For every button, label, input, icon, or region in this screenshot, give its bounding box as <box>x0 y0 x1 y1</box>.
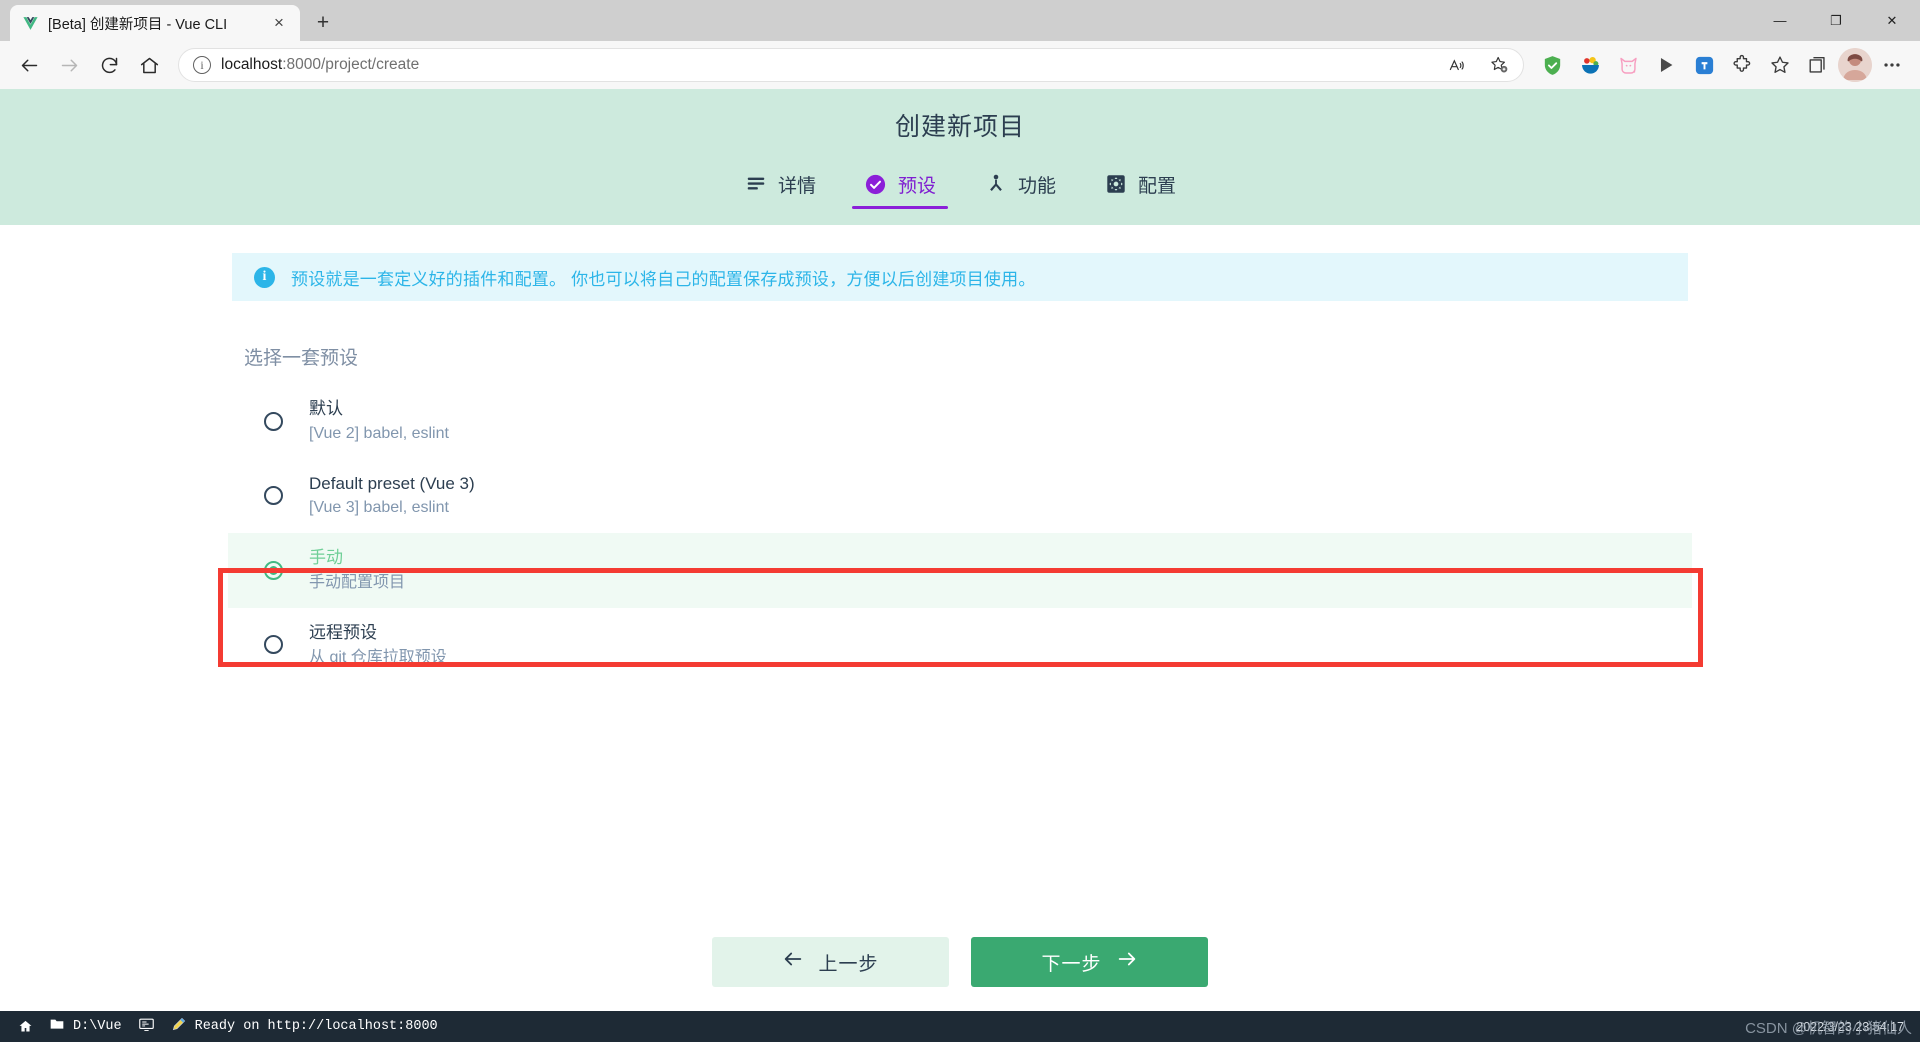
url-text: localhost:8000/project/create <box>221 56 420 73</box>
wizard-actions: 上一步 下一步 <box>0 937 1920 987</box>
window-controls: — ❐ ✕ <box>1752 0 1920 41</box>
csdn-watermark: CSDN @机智的小猪仙人 <box>1745 1020 1912 1037</box>
preset-option-default-vue3[interactable]: Default preset (Vue 3) [Vue 3] babel, es… <box>228 459 1692 534</box>
preset-option-default-vue2[interactable]: 默认 [Vue 2] babel, eslint <box>228 384 1692 459</box>
tab-details[interactable]: 详情 <box>720 159 840 209</box>
preset-name: 远程预设 <box>309 622 377 642</box>
taskbar-start-button[interactable] <box>10 1011 41 1042</box>
section-title: 选择一套预设 <box>244 348 359 369</box>
read-aloud-icon[interactable] <box>1441 50 1473 80</box>
preset-texts: 手动 手动配置项目 <box>309 547 405 594</box>
preset-list: 默认 [Vue 2] babel, eslint Default preset … <box>218 384 1703 683</box>
tab-features[interactable]: 功能 <box>960 159 1080 209</box>
list-lines-icon <box>744 172 768 196</box>
tab-features-label: 功能 <box>1018 175 1057 197</box>
tab-title: [Beta] 创建新项目 - Vue CLI <box>48 16 228 33</box>
pink-cat-icon[interactable] <box>1610 47 1646 83</box>
browser-toolbar: i localhost:8000/project/create <box>0 41 1920 89</box>
arrow-right-icon <box>1116 948 1138 976</box>
preset-texts: 默认 [Vue 2] babel, eslint <box>309 398 449 445</box>
tab-details-label: 详情 <box>777 175 816 197</box>
tab-presets[interactable]: 预设 <box>840 159 960 209</box>
blue-app-icon[interactable] <box>1686 47 1722 83</box>
info-circle-icon[interactable]: i <box>193 56 211 74</box>
vue-logo-icon <box>22 15 39 32</box>
previous-step-label: 上一步 <box>818 953 879 975</box>
radio-unchecked-icon[interactable] <box>264 486 283 506</box>
tab-config-label: 配置 <box>1138 175 1177 197</box>
puzzle-extensions-icon[interactable] <box>1724 47 1760 83</box>
add-favorite-star-icon[interactable] <box>1483 50 1515 80</box>
preset-name: 手动 <box>309 548 343 568</box>
play-triangle-icon[interactable] <box>1648 47 1684 83</box>
terminal-icon <box>138 1016 155 1038</box>
info-banner: i 预设就是一套定义好的插件和配置。 你也可以将自己的配置保存成预设，方便以后创… <box>232 253 1688 301</box>
page-viewport: 创建新项目 详情 预设 功能 配置 i 预设就是一套定义好的插件和配置。 你也可… <box>0 89 1920 1011</box>
person-features-icon <box>984 172 1008 196</box>
vue-cli-tabs: 详情 预设 功能 配置 <box>720 159 1200 209</box>
taskbar-folder-label: D:\Vue <box>73 1019 122 1034</box>
colorful-bowl-icon[interactable] <box>1572 47 1608 83</box>
browser-window: [Beta] 创建新项目 - Vue CLI × + — ❐ ✕ i local… <box>0 0 1920 1042</box>
preset-name: 默认 <box>309 399 343 418</box>
taskbar-server-label: Ready on http://localhost:8000 <box>194 1019 438 1034</box>
preset-description: 手动配置项目 <box>309 574 406 591</box>
preset-texts: Default preset (Vue 3) [Vue 3] babel, es… <box>309 473 475 520</box>
preset-option-remote[interactable]: 远程预设 从 git 仓库拉取预设 <box>228 608 1692 683</box>
back-icon[interactable] <box>10 46 48 84</box>
favorites-star-icon[interactable] <box>1762 47 1798 83</box>
maximize-button[interactable]: ❐ <box>1808 0 1864 41</box>
info-icon: i <box>254 266 275 288</box>
preset-name: Default preset (Vue 3) <box>309 473 475 493</box>
radio-unchecked-icon[interactable] <box>264 635 283 655</box>
preset-description: 从 git 仓库拉取预设 <box>309 648 447 666</box>
taskbar-folder-item[interactable]: D:\Vue <box>41 1011 130 1042</box>
taskbar-server-status[interactable]: Ready on http://localhost:8000 <box>163 1011 446 1042</box>
vue-cli-header: 创建新项目 详情 预设 功能 配置 <box>0 89 1920 225</box>
preset-description: [Vue 3] babel, eslint <box>309 499 449 517</box>
windows-taskbar: D:\Vue Ready on http://localhost:8000 20… <box>0 1011 1920 1042</box>
check-circle-icon <box>864 172 888 196</box>
radio-unchecked-icon[interactable] <box>264 411 283 431</box>
reload-icon[interactable] <box>90 46 128 84</box>
browser-tab[interactable]: [Beta] 创建新项目 - Vue CLI × <box>10 5 300 41</box>
previous-step-button[interactable]: 上一步 <box>712 937 949 987</box>
new-tab-button[interactable]: + <box>307 7 339 39</box>
window-close-button[interactable]: ✕ <box>1864 0 1920 41</box>
tab-config[interactable]: 配置 <box>1080 159 1200 209</box>
page-content: i 预设就是一套定义好的插件和配置。 你也可以将自己的配置保存成预设，方便以后创… <box>0 225 1920 1011</box>
profile-avatar[interactable] <box>1838 48 1872 82</box>
collections-icon[interactable] <box>1800 47 1836 83</box>
next-step-button[interactable]: 下一步 <box>971 937 1208 987</box>
page-title: 创建新项目 <box>894 113 1025 141</box>
address-bar[interactable]: i localhost:8000/project/create <box>178 48 1524 82</box>
taskbar-terminal-item[interactable] <box>130 1011 163 1042</box>
pen-icon <box>171 1016 187 1037</box>
preset-texts: 远程预设 从 git 仓库拉取预设 <box>309 622 447 669</box>
preset-description: [Vue 2] babel, eslint <box>309 424 449 442</box>
settings-more-icon[interactable] <box>1874 47 1910 83</box>
close-icon[interactable]: × <box>266 10 292 36</box>
tab-presets-label: 预设 <box>897 175 936 197</box>
forward-icon[interactable] <box>50 46 88 84</box>
tab-strip: [Beta] 创建新项目 - Vue CLI × + — ❐ ✕ <box>0 0 1920 41</box>
home-icon[interactable] <box>130 46 168 84</box>
next-step-label: 下一步 <box>1041 953 1102 975</box>
radio-checked-icon[interactable] <box>264 560 283 580</box>
minimize-button[interactable]: — <box>1752 0 1808 41</box>
adguard-shield-icon[interactable] <box>1534 47 1570 83</box>
info-banner-text: 预设就是一套定义好的插件和配置。 你也可以将自己的配置保存成预设，方便以后创建项… <box>291 269 1036 289</box>
extensions-area <box>1534 47 1910 83</box>
arrow-left-icon <box>782 948 804 976</box>
folder-icon <box>49 1016 65 1037</box>
gear-config-icon <box>1104 172 1128 196</box>
preset-option-manual[interactable]: 手动 手动配置项目 <box>228 533 1692 608</box>
